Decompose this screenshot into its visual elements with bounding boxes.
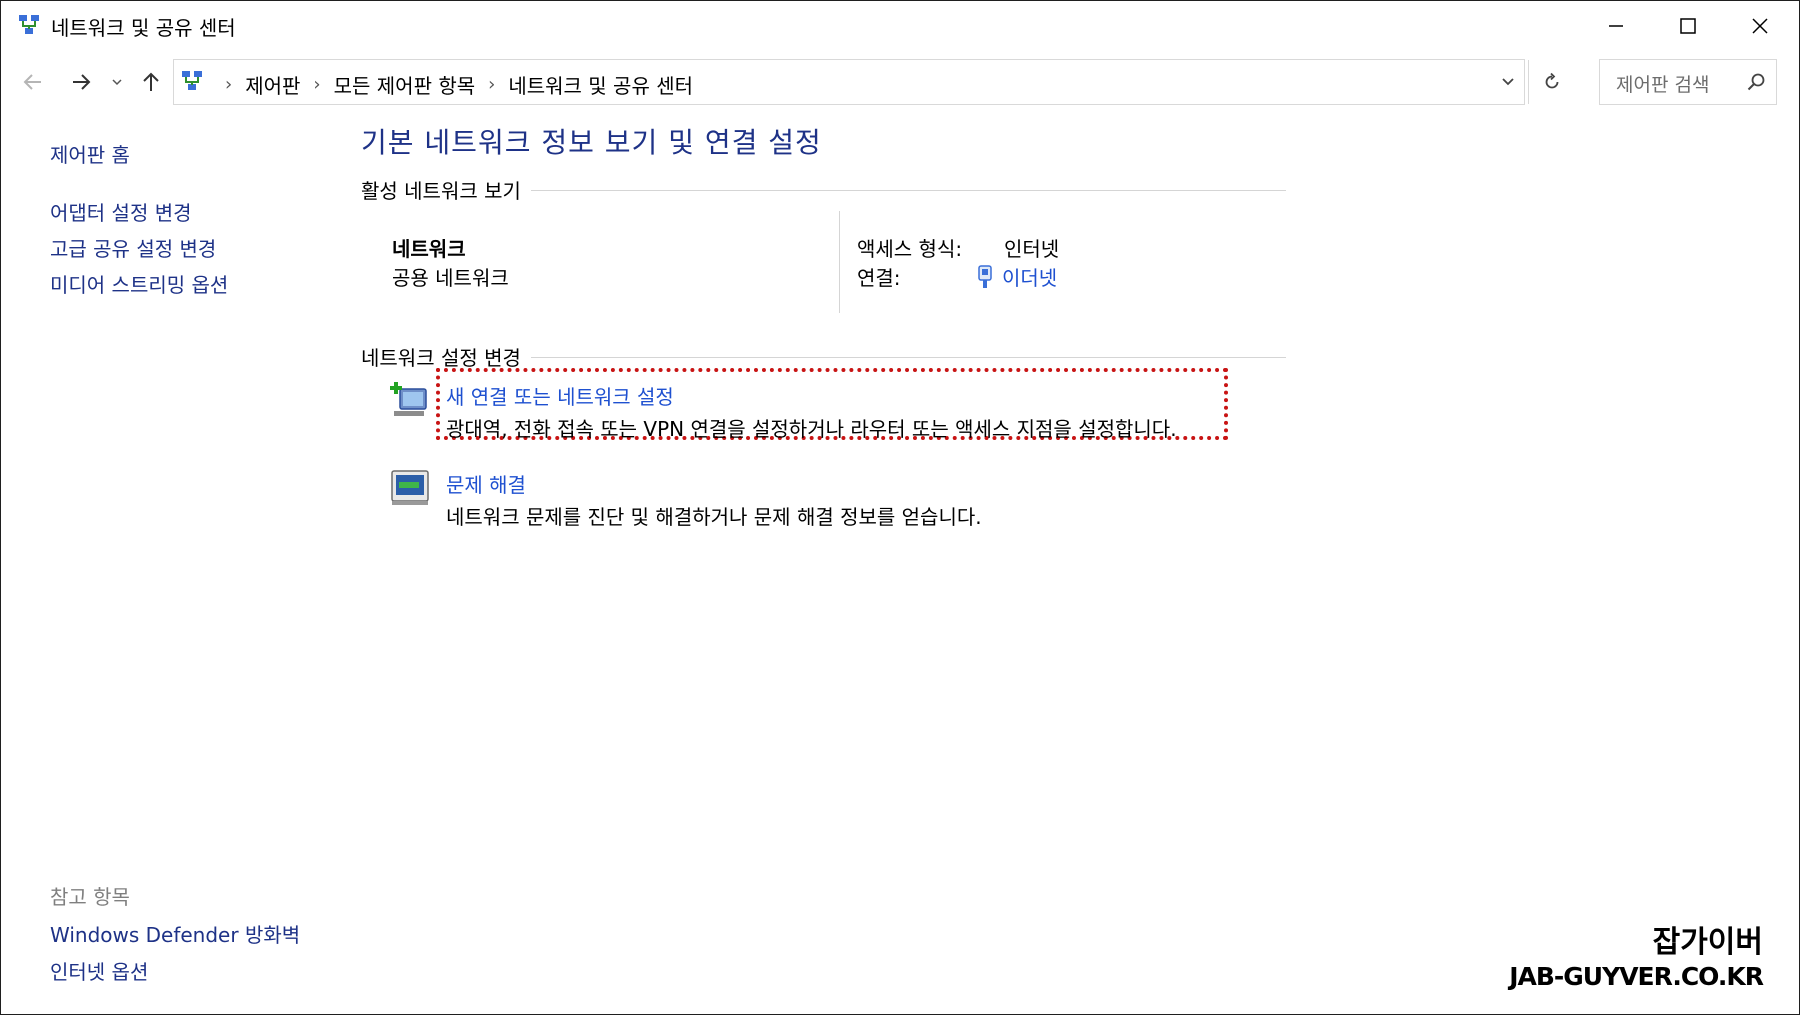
close-icon xyxy=(1752,18,1768,34)
sidebar-item-adapter-settings[interactable]: 어댑터 설정 변경 xyxy=(50,197,192,226)
watermark-url: JAB-GUYVER.CO.KR xyxy=(1509,962,1764,991)
sidebar-item-advanced-sharing[interactable]: 고급 공유 설정 변경 xyxy=(50,233,216,262)
new-connection-icon xyxy=(390,382,427,416)
vertical-divider xyxy=(839,211,840,313)
access-type-label: 액세스 형식: xyxy=(857,237,963,261)
ethernet-connection-link[interactable]: 이더넷 xyxy=(976,262,1057,291)
refresh-icon xyxy=(1545,72,1559,89)
search-placeholder: 제어판 검색 xyxy=(1616,74,1710,96)
connection-label: 연결: xyxy=(857,266,901,290)
page-title: 기본 네트워크 정보 보기 및 연결 설정 xyxy=(361,126,822,159)
sidebar-item-media-streaming[interactable]: 미디어 스트리밍 옵션 xyxy=(50,269,228,298)
network-name: 네트워크 xyxy=(392,237,466,261)
chevron-down-icon xyxy=(1502,78,1514,86)
address-bar[interactable]: › 제어판 › 모든 제어판 항목 › 네트워크 및 공유 센터 xyxy=(173,59,1559,105)
control-panel-window: 네트워크 및 공유 센터 › 제어판 › 모든 제어판 항목 › 네트워크 및 … xyxy=(0,0,1800,1015)
maximize-button[interactable] xyxy=(1653,1,1723,51)
connection-value[interactable]: 이더넷 xyxy=(1002,262,1057,291)
network-center-icon xyxy=(19,15,39,34)
breadcrumb-all-items[interactable]: 모든 제어판 항목 xyxy=(334,70,476,99)
watermark-title: 잡가이버 xyxy=(1652,925,1763,960)
minimize-button[interactable] xyxy=(1581,1,1651,51)
address-history-button[interactable] xyxy=(1488,60,1528,104)
new-connection-link[interactable]: 새 연결 또는 네트워크 설정 xyxy=(446,381,674,410)
active-networks-heading: 활성 네트워크 보기 xyxy=(361,175,531,204)
sidebar-item-home[interactable]: 제어판 홈 xyxy=(50,139,130,168)
sidebar: 제어판 홈 어댑터 설정 변경 고급 공유 설정 변경 미디어 스트리밍 옵션 … xyxy=(50,1,350,1014)
breadcrumb-network-center[interactable]: 네트워크 및 공유 센터 xyxy=(508,70,693,99)
change-settings-heading: 네트워크 설정 변경 xyxy=(361,342,531,371)
minimize-icon xyxy=(1609,25,1623,27)
ethernet-icon xyxy=(978,264,992,288)
see-also-heading: 참고 항목 xyxy=(50,885,130,909)
troubleshoot-link[interactable]: 문제 해결 xyxy=(446,469,526,498)
back-button[interactable] xyxy=(17,66,49,98)
access-type-value: 인터넷 xyxy=(1004,237,1060,261)
sidebar-item-internet-options[interactable]: 인터넷 옵션 xyxy=(50,956,148,985)
new-connection-description: 광대역, 전화 접속 또는 VPN 연결을 설정하거나 라우터 또는 액세스 지… xyxy=(446,417,1177,441)
arrow-left-icon xyxy=(23,74,41,90)
refresh-button[interactable] xyxy=(1528,60,1575,104)
watermark: 잡가이버 JAB-GUYVER.CO.KR xyxy=(1509,925,1764,993)
network-type: 공용 네트워크 xyxy=(392,266,509,290)
close-button[interactable] xyxy=(1725,1,1795,51)
maximize-icon xyxy=(1680,18,1696,34)
breadcrumb-separator[interactable]: › xyxy=(488,74,495,95)
search-icon xyxy=(1747,73,1765,91)
sidebar-item-firewall[interactable]: Windows Defender 방화벽 xyxy=(50,919,300,948)
search-input[interactable]: 제어판 검색 xyxy=(1599,59,1777,105)
troubleshoot-description: 네트워크 문제를 진단 및 해결하거나 문제 해결 정보를 얻습니다. xyxy=(446,505,982,529)
troubleshoot-icon xyxy=(391,470,429,505)
